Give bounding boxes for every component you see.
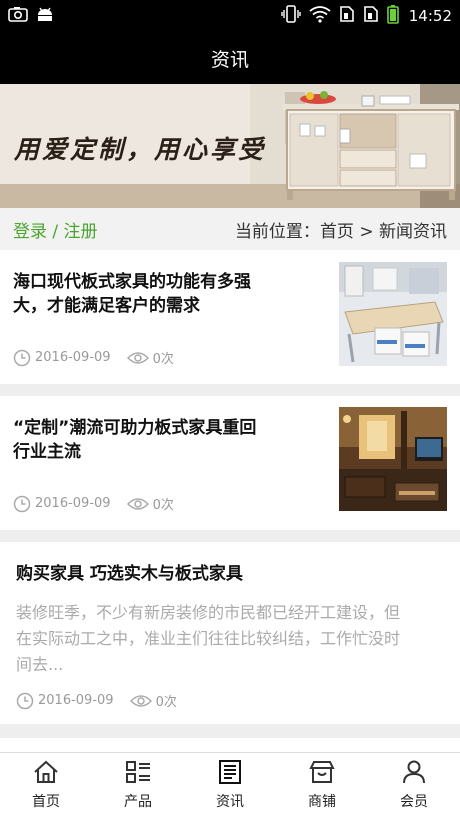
article-title[interactable]: 购买家具 巧选实木与板式家具	[16, 562, 446, 586]
article-card[interactable]: 海口现代板式家具的功能有多强 大，才能满足客户的需求 2016-09-09 0次	[0, 250, 460, 384]
article-date: 2016-09-09	[35, 496, 111, 511]
tab-label: 商铺	[308, 794, 336, 810]
news-icon	[217, 760, 243, 788]
home-icon	[33, 760, 59, 788]
wifi-icon	[309, 5, 331, 27]
banner-slogan: 用爱定制，用心享受	[14, 135, 267, 164]
article-date: 2016-09-09	[38, 693, 114, 708]
tab-label: 会员	[400, 794, 428, 810]
battery-icon	[386, 4, 399, 28]
eye-icon	[126, 496, 149, 512]
clock-icon	[16, 692, 34, 710]
camera-icon	[8, 6, 28, 26]
login-link[interactable]: 登录	[13, 222, 47, 242]
article-title-line: 大，才能满足客户的需求	[13, 296, 200, 316]
tab-label: 产品	[124, 794, 152, 810]
article-summary: 装修旺季，不少有新房装修的市民都已经开工建设，但 在实际动工之中，准业主们往往比…	[16, 600, 446, 678]
android-icon	[36, 6, 54, 26]
summary-line: 间去...	[16, 655, 64, 674]
user-icon	[401, 760, 427, 788]
clock-time: 14:52	[408, 7, 452, 25]
article-view-count: 0次	[152, 352, 174, 367]
register-link[interactable]: 注册	[64, 222, 98, 242]
location-label: 当前位置：	[234, 221, 320, 242]
sim2-icon	[363, 5, 379, 27]
article-card[interactable]: “定制”潮流可助力板式家具重回 行业主流 2016-09-09 0次	[0, 396, 460, 530]
article-thumbnail[interactable]	[339, 407, 447, 511]
article-card[interactable]: 购买家具 巧选实木与板式家具 装修旺季，不少有新房装修的市民都已经开工建设，但 …	[0, 542, 460, 724]
article-date: 2016-09-09	[35, 350, 111, 365]
eye-icon	[126, 350, 149, 366]
promo-banner[interactable]: 用爱定制，用心享受	[0, 84, 460, 208]
article-meta: 2016-09-09 0次	[13, 494, 174, 513]
clock-icon	[13, 495, 31, 513]
tab-label: 首页	[32, 794, 60, 810]
article-title-line: “定制”潮流可助力板式家具重回	[13, 418, 257, 438]
auth-separator: /	[52, 221, 59, 242]
shop-icon	[309, 760, 335, 788]
tab-label: 资讯	[216, 794, 244, 810]
article-meta: 2016-09-09 0次	[16, 691, 177, 710]
article-views: 0次	[126, 494, 174, 513]
breadcrumb: 当前位置：首页 > 新闻资讯	[235, 217, 447, 242]
article-view-count: 0次	[155, 695, 177, 710]
summary-line: 在实际动工之中，准业主们往往比较纠结，工作忙没时	[16, 629, 401, 648]
article-title-line: 行业主流	[13, 442, 81, 462]
article-title-line: 海口现代板式家具的功能有多强	[13, 272, 251, 292]
article-thumbnail[interactable]	[339, 262, 447, 366]
status-bar: 14:52	[0, 0, 460, 32]
app-header: 资讯	[0, 32, 460, 84]
sim1-icon	[339, 5, 355, 27]
auth-links: 登录 / 注册	[13, 217, 98, 242]
breadcrumb-home[interactable]: 首页	[320, 222, 354, 242]
next-article-peek	[0, 738, 460, 752]
article-title[interactable]: “定制”潮流可助力板式家具重回 行业主流	[13, 416, 313, 464]
breadcrumb-arrow: >	[359, 221, 374, 242]
article-views: 0次	[129, 691, 177, 710]
article-meta: 2016-09-09 0次	[13, 348, 174, 367]
bottom-tab-bar: 首页 产品 资讯 商铺 会员	[0, 752, 460, 818]
tab-shops[interactable]: 商铺	[276, 753, 368, 818]
tab-home[interactable]: 首页	[0, 753, 92, 818]
list-icon	[125, 760, 151, 788]
tab-members[interactable]: 会员	[368, 753, 460, 818]
summary-line: 装修旺季，不少有新房装修的市民都已经开工建设，但	[16, 603, 401, 622]
vibrate-icon	[281, 5, 301, 27]
article-views: 0次	[126, 348, 174, 367]
page-title: 资讯	[210, 48, 249, 71]
eye-icon	[129, 693, 152, 709]
tab-products[interactable]: 产品	[92, 753, 184, 818]
tab-news[interactable]: 资讯	[184, 753, 276, 818]
article-view-count: 0次	[152, 498, 174, 513]
breadcrumb-current: 新闻资讯	[379, 221, 447, 242]
article-title[interactable]: 海口现代板式家具的功能有多强 大，才能满足客户的需求	[13, 270, 313, 318]
clock-icon	[13, 349, 31, 367]
breadcrumb-bar: 登录 / 注册 当前位置：首页 > 新闻资讯	[0, 208, 460, 250]
